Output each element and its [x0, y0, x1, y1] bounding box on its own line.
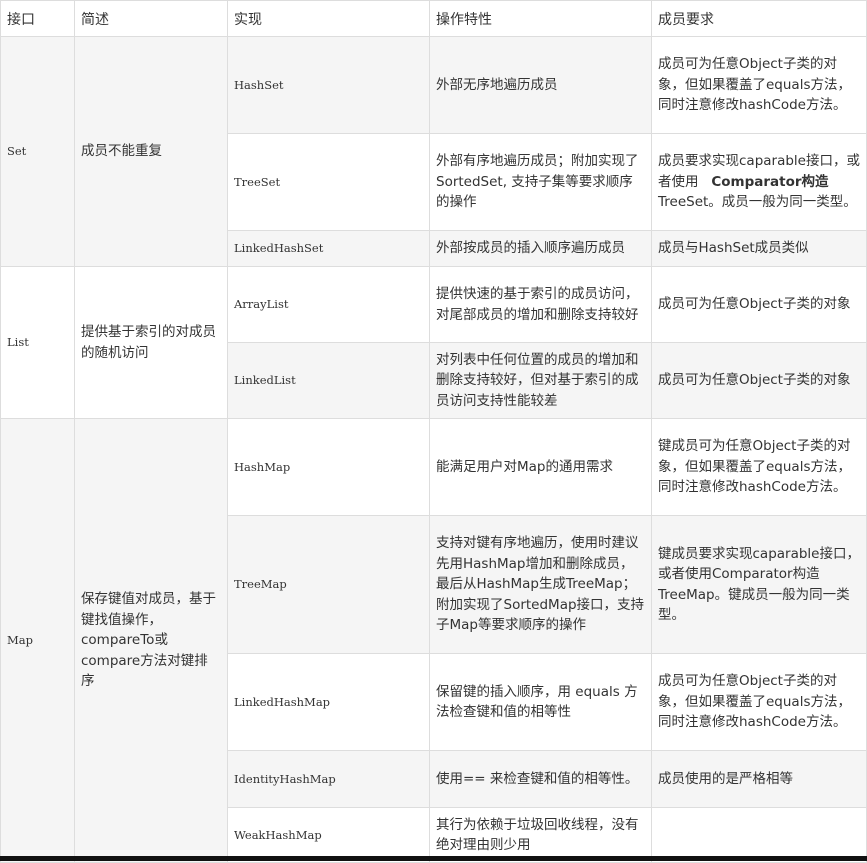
feature-cell: 支持对键有序地遍历，使用时建议先用HashMap增加和删除成员，最后从HashM… [429, 515, 652, 654]
requirement-cell: 成员可为任意Object子类的对象，但如果覆盖了equals方法，同时注意修改h… [651, 653, 867, 751]
requirement-bold-text: Comparator构造 [711, 173, 829, 190]
impl-cell-treemap: TreeMap [227, 515, 430, 654]
impl-cell-treeset: TreeSet [227, 133, 430, 231]
collections-table: 接口 简述 实现 操作特性 成员要求 Set 成员不能重复 HashSet 外部… [0, 0, 867, 863]
feature-cell: 提供快速的基于索引的成员访问，对尾部成员的增加和删除支持较好 [429, 266, 652, 343]
requirement-cell [651, 807, 867, 863]
feature-cell: 外部无序地遍历成员 [429, 36, 652, 134]
requirement-cell: 成员使用的是严格相等 [651, 750, 867, 808]
table-header-row: 接口 简述 实现 操作特性 成员要求 [0, 0, 867, 37]
feature-cell: 外部按成员的插入顺序遍历成员 [429, 230, 652, 267]
header-implementation: 实现 [227, 0, 430, 37]
requirement-text: TreeSet。成员一般为同一类型。 [658, 194, 857, 211]
feature-cell: 外部有序地遍历成员；附加实现了SortedSet, 支持子集等要求顺序的操作 [429, 133, 652, 231]
header-member-requirements: 成员要求 [651, 0, 867, 37]
feature-cell: 保留键的插入顺序，用 equals 方法检查键和值的相等性 [429, 653, 652, 751]
requirement-cell: 成员可为任意Object子类的对象 [651, 266, 867, 343]
feature-cell: 使用== 来检查键和值的相等性。 [429, 750, 652, 808]
table-row: Map 保存键值对成员，基于键找值操作，compareTo或compare方法对… [0, 418, 867, 863]
header-operation-features: 操作特性 [429, 0, 652, 37]
header-summary: 简述 [74, 0, 228, 37]
impl-cell-weakhashmap: WeakHashMap [227, 807, 430, 863]
requirement-cell: 成员可为任意Object子类的对象 [651, 342, 867, 419]
requirement-cell: 键成员要求实现caparable接口，或者使用Comparator构造TreeM… [651, 515, 867, 654]
interface-cell-map: Map [0, 418, 75, 863]
bottom-edge-bar [0, 856, 867, 861]
requirement-cell: 键成员可为任意Object子类的对象，但如果覆盖了equals方法，同时注意修改… [651, 418, 867, 516]
impl-cell-hashset: HashSet [227, 36, 430, 134]
feature-cell: 能满足用户对Map的通用需求 [429, 418, 652, 516]
impl-cell-hashmap: HashMap [227, 418, 430, 516]
interface-cell-list: List [0, 266, 75, 419]
impl-cell-linkedhashset: LinkedHashSet [227, 230, 430, 267]
summary-cell-map: 保存键值对成员，基于键找值操作，compareTo或compare方法对键排序 [74, 418, 228, 863]
impl-cell-linkedhashmap: LinkedHashMap [227, 653, 430, 751]
summary-cell-list: 提供基于索引的对成员的随机访问 [74, 266, 228, 419]
header-interface: 接口 [0, 0, 75, 37]
impl-cell-arraylist: ArrayList [227, 266, 430, 343]
summary-cell-set: 成员不能重复 [74, 36, 228, 267]
table-row: List 提供基于索引的对成员的随机访问 ArrayList 提供快速的基于索引… [0, 266, 867, 419]
feature-cell: 对列表中任何位置的成员的增加和删除支持较好，但对基于索引的成员访问支持性能较差 [429, 342, 652, 419]
requirement-cell: 成员要求实现caparable接口，或者使用 Comparator构造TreeS… [651, 133, 867, 231]
table-row: Set 成员不能重复 HashSet 外部无序地遍历成员 成员可为任意Objec… [0, 36, 867, 267]
requirement-cell: 成员可为任意Object子类的对象，但如果覆盖了equals方法，同时注意修改h… [651, 36, 867, 134]
interface-cell-set: Set [0, 36, 75, 267]
feature-cell: 其行为依赖于垃圾回收线程，没有绝对理由则少用 [429, 807, 652, 863]
requirement-cell: 成员与HashSet成员类似 [651, 230, 867, 267]
impl-cell-linkedlist: LinkedList [227, 342, 430, 419]
impl-cell-identityhashmap: IdentityHashMap [227, 750, 430, 808]
